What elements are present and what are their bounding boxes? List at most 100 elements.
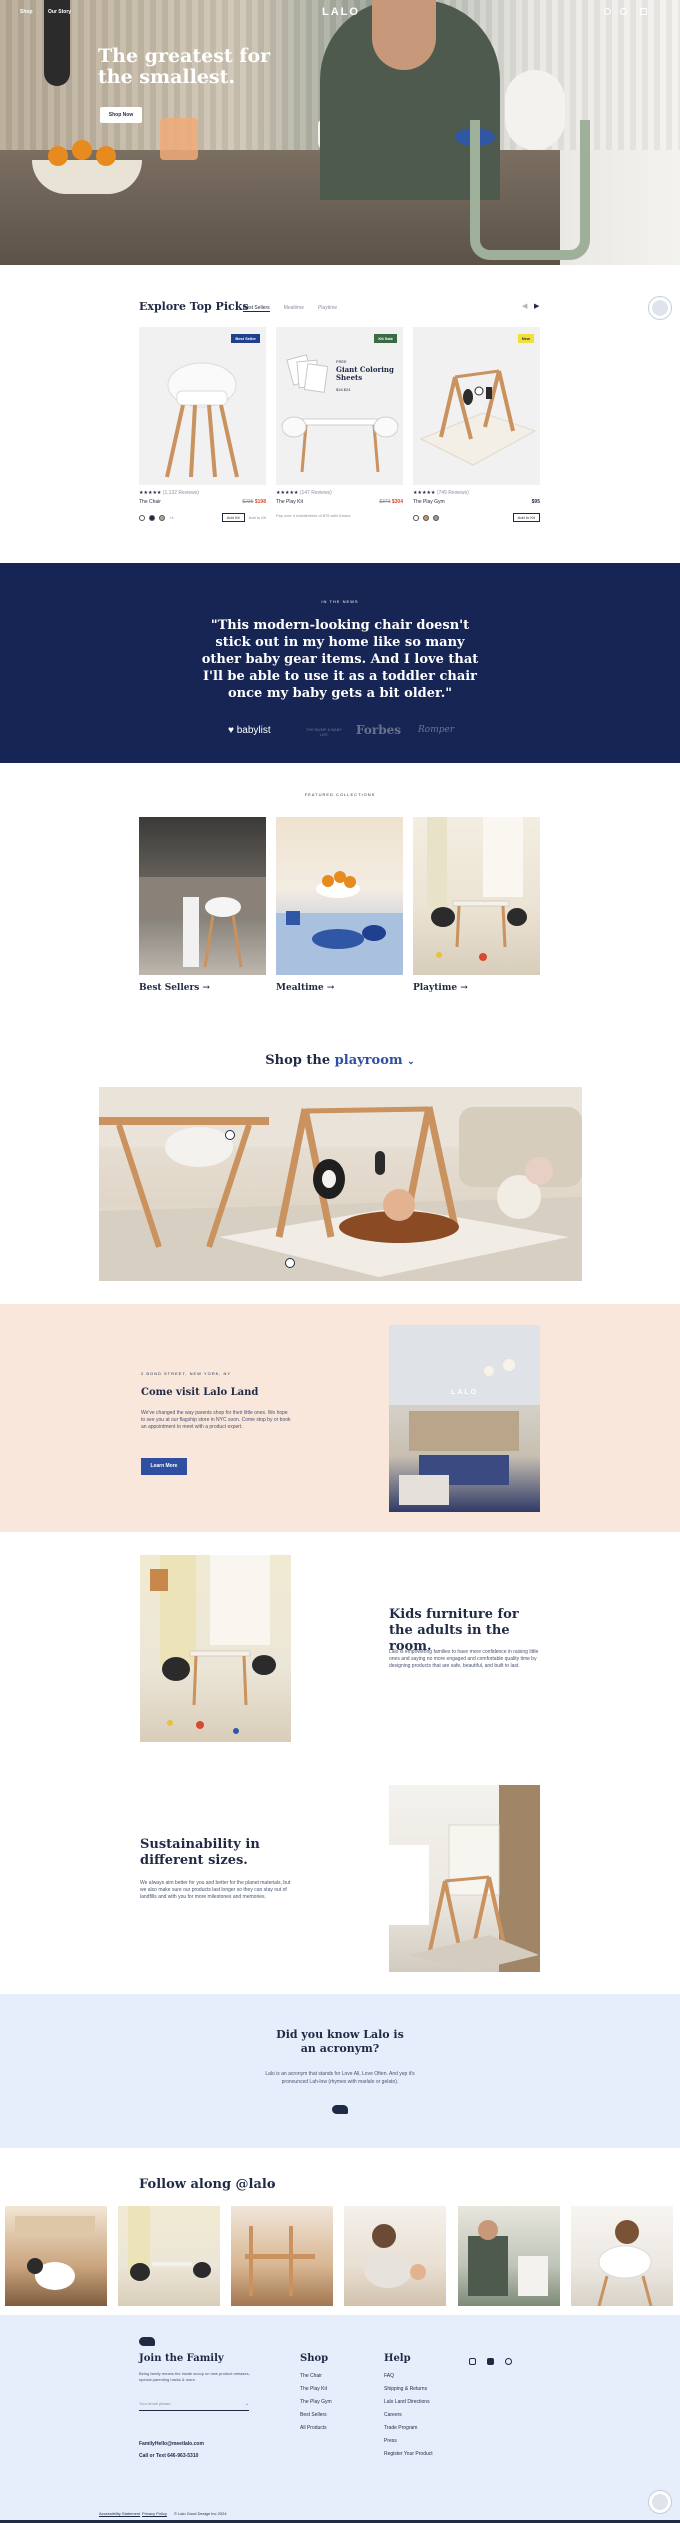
product-price: $304 [391,499,403,505]
product-image[interactable]: New [413,327,540,485]
instagram-icon[interactable] [469,2358,476,2365]
best-sellers-link[interactable]: Best Sellers → [139,983,266,993]
footer-link-shipping[interactable]: Shipping & Returns [384,2386,433,2399]
product-name[interactable]: The Play Kit [276,499,303,505]
product-card[interactable]: Kit Sale FREE Giant Coloring Sheets $16 … [276,327,403,518]
rating-stars: ★★★★★ (749 Reviews) [413,490,469,496]
color-swatch[interactable] [159,514,165,521]
add-kit-button[interactable]: Add Kit [221,513,245,522]
instagram-post[interactable] [458,2206,560,2306]
footer-link-play-kit[interactable]: The Play Kit [300,2386,332,2399]
collection-card[interactable]: Mealtime → [276,817,403,993]
hero-headline: The greatest for the smallest. [98,45,271,88]
privacy-link[interactable]: Privacy Policy [142,2511,167,2516]
product-image[interactable]: Kit Sale FREE Giant Coloring Sheets $16 … [276,327,403,485]
mealtime-image[interactable] [276,817,403,975]
footer-link-play-gym[interactable]: The Play Gym [300,2399,332,2412]
color-swatch[interactable] [433,514,439,521]
kids-furniture-image [140,1555,291,1742]
tab-best-sellers[interactable]: Best Sellers [243,305,270,312]
instagram-photo [15,2216,95,2290]
high-chair-illustration [165,362,239,478]
footer-link-register[interactable]: Register Your Product [384,2451,433,2464]
instagram-title[interactable]: Follow along @lalo [139,2177,276,2192]
footer-lalo-mark-icon [139,2337,155,2346]
collection-card[interactable]: Playtime → [413,817,540,993]
contact-email-link[interactable]: FamilyHello@meetlalo.com [139,2441,204,2447]
product-card[interactable]: Best Seller ★★★★★ (1,132 Reviews) The Ch… [139,327,266,522]
accessibility-link[interactable]: Accessibility Statement [99,2511,140,2516]
instagram-prev-icon[interactable]: ‹ [259,2182,261,2189]
tab-mealtime[interactable]: Mealtime [284,305,304,312]
more-options-label[interactable]: Add to Kit [249,515,266,520]
nav-shop-link[interactable]: Shop [20,9,33,15]
search-icon[interactable] [604,8,611,15]
contact-phone-link[interactable]: Call or Text 646-963-5310 [139,2453,198,2459]
footer-link-directions[interactable]: Lalo Land Directions [384,2399,433,2412]
instagram-post[interactable] [231,2206,333,2306]
color-swatch[interactable] [149,514,155,521]
carousel-prev-icon[interactable]: ◀ [522,302,527,310]
instagram-post[interactable] [5,2206,107,2306]
playtime-link[interactable]: Playtime → [413,983,540,993]
footer-link-chair[interactable]: The Chair [300,2373,332,2386]
mealtime-link[interactable]: Mealtime → [276,983,403,993]
forbes-logo[interactable]: Forbes [356,723,401,737]
product-price: $95 [531,499,540,505]
product-name[interactable]: The Play Gym [413,499,445,505]
help-chat-button[interactable] [649,2491,671,2513]
bump-logo[interactable]: THE BUMP & BABY LIST [302,727,346,737]
playtime-image[interactable] [413,817,540,975]
room-selector[interactable]: playroom [335,1053,403,1068]
product-badge: New [517,334,534,343]
learn-more-button[interactable]: Learn More [141,1458,187,1475]
lalo-land-body: We've changed the way parents shop for t… [141,1410,291,1430]
babylist-logo[interactable]: ♥ babylist [228,725,271,736]
playroom-scene [99,1087,582,1281]
account-icon[interactable] [620,8,627,15]
footer-link-all-products[interactable]: All Products [300,2425,332,2438]
tab-playtime[interactable]: Playtime [318,305,337,312]
footer-link-press[interactable]: Press [384,2438,433,2451]
color-swatch[interactable] [423,514,429,521]
footer-shop-links: The Chair The Play Kit The Play Gym Best… [300,2373,332,2438]
instagram-post[interactable] [571,2206,673,2306]
tiktok-icon[interactable] [505,2358,512,2365]
romper-logo[interactable]: Romper [418,725,454,735]
product-name[interactable]: The Chair [139,499,161,505]
instagram-next-icon[interactable]: › [271,2182,273,2189]
instagram-photo [468,2220,548,2296]
orange-fruit-image [96,146,116,166]
orange-fruit-image [72,140,92,160]
sustainability-body: We always aim better for you and better … [140,1880,291,1900]
carousel-next-icon[interactable]: ▶ [534,302,539,310]
nav-our-story-link[interactable]: Our Story [48,9,71,15]
best-sellers-image[interactable] [139,817,266,975]
newsletter-email-field[interactable]: Your email please → [139,2401,249,2411]
add-to-kit-button[interactable]: Add to Kit [512,513,540,522]
site-logo[interactable]: LALO [322,6,360,18]
lalo-land-section: 2 BOND STREET, NEW YORK, NY Come visit L… [0,1304,680,1532]
cart-icon[interactable] [640,8,647,15]
product-card[interactable]: New ★★★★★ (749 Reviews) The Play Gym $95… [413,327,540,522]
room-chevron-down-icon[interactable]: ⌄ [407,1057,415,1067]
color-swatch[interactable] [413,514,419,521]
instagram-photo [128,2206,211,2281]
youtube-icon[interactable] [487,2358,494,2365]
color-swatch[interactable] [139,514,145,521]
product-hotspot[interactable] [225,1130,235,1140]
installment-note: Pay over 4 installments of $76 with Klar… [276,513,351,518]
footer-link-trade[interactable]: Trade Program [384,2425,433,2438]
footer-link-faq[interactable]: FAQ [384,2373,433,2386]
submit-arrow-icon[interactable]: → [244,2401,249,2407]
instagram-post[interactable] [344,2206,446,2306]
review-count: (1,132 Reviews) [162,490,199,496]
product-hotspot[interactable] [285,1258,295,1268]
footer-link-best-sellers[interactable]: Best Sellers [300,2412,332,2425]
shop-now-button[interactable]: Shop Now [100,107,142,123]
footer-link-careers[interactable]: Careers [384,2412,433,2425]
help-chat-button[interactable] [649,297,671,319]
instagram-post[interactable] [118,2206,220,2306]
collection-card[interactable]: Best Sellers → [139,817,266,993]
product-image[interactable]: Best Seller [139,327,266,485]
